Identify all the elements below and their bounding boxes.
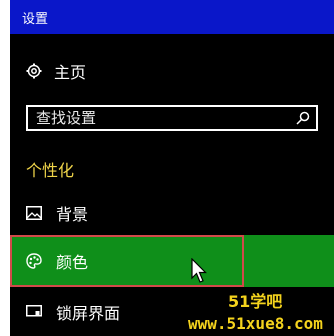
gear-icon <box>26 63 42 79</box>
window-edge <box>0 0 10 336</box>
mouse-pointer-icon <box>191 258 207 284</box>
home-label: 主页 <box>54 63 87 82</box>
monitor-icon <box>26 305 42 319</box>
watermark-url: www.51xue8.com <box>188 314 323 333</box>
nav-item-color[interactable]: 颜色 <box>10 235 334 287</box>
watermark-logo-text: 51学吧 <box>228 292 283 311</box>
window-title: 设置 <box>22 11 49 27</box>
search-input[interactable] <box>34 108 296 128</box>
nav-item-lock-screen[interactable]: 锁屏界面 <box>26 297 120 327</box>
search-box[interactable] <box>26 105 318 131</box>
nav-item-label: 背景 <box>56 205 89 224</box>
nav-item-label: 锁屏界面 <box>56 304 121 323</box>
picture-icon <box>26 206 42 220</box>
home-nav-item[interactable]: 主页 <box>26 56 86 86</box>
search-icon[interactable] <box>296 111 310 125</box>
palette-icon <box>26 253 42 269</box>
nav-item-background[interactable]: 背景 <box>26 198 88 228</box>
personalization-heading: 个性化 <box>26 161 75 180</box>
nav-item-label: 颜色 <box>56 253 89 272</box>
title-bar: 设置 <box>10 0 334 34</box>
